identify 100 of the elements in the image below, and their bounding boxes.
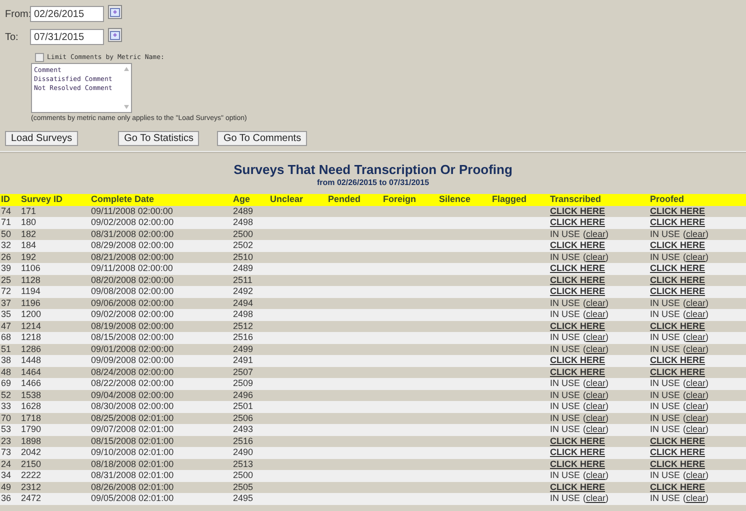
in-use-status: IN USE [650, 412, 680, 423]
table-cell: 2501 [233, 401, 254, 412]
click-here-link[interactable]: CLICK HERE [550, 320, 606, 331]
calendar-button[interactable] [108, 28, 122, 42]
clear-link[interactable]: clear [686, 378, 706, 388]
parenthesis: ) [706, 228, 709, 239]
click-here-link[interactable]: CLICK HERE [650, 355, 706, 366]
scroll-down-icon[interactable] [124, 105, 129, 109]
table-cell: 09/07/2008 02:01:00 [91, 424, 174, 434]
action-button[interactable]: Go To Comments [217, 131, 308, 146]
clear-link[interactable]: clear [586, 298, 606, 308]
column-header: Survey ID [21, 194, 63, 204]
click-here-link[interactable]: CLICK HERE [550, 447, 606, 458]
clear-link[interactable]: clear [586, 390, 606, 400]
click-here-link[interactable]: CLICK HERE [650, 482, 706, 492]
click-here-link[interactable]: CLICK HERE [650, 206, 706, 216]
column-header: Complete Date [91, 194, 154, 204]
table-cell: 2505 [233, 482, 254, 492]
clear-link[interactable]: clear [686, 309, 706, 320]
table-cell: 09/02/2008 02:00:00 [91, 217, 174, 228]
table-cell: 08/31/2008 02:01:00 [91, 470, 174, 480]
click-here-link[interactable]: CLICK HERE [550, 458, 606, 469]
click-here-link[interactable]: CLICK HERE [650, 240, 706, 250]
from-date-field[interactable]: 02/26/2015 [30, 6, 104, 22]
table-cell: 38 [1, 355, 12, 366]
clear-link[interactable]: clear [686, 493, 706, 504]
clear-link[interactable]: clear [586, 228, 606, 239]
clear-link[interactable]: clear [586, 401, 606, 412]
action-button[interactable]: Go To Statistics [118, 131, 200, 146]
in-use-status: IN USE [650, 309, 680, 320]
click-here-link[interactable]: CLICK HERE [650, 217, 706, 228]
table-cell: 09/02/2008 02:00:00 [91, 309, 174, 320]
click-here-link[interactable]: CLICK HERE [550, 366, 606, 377]
table-cell: 32 [1, 240, 12, 250]
calendar-button[interactable] [108, 5, 122, 19]
table-cell: 71 [1, 217, 12, 228]
clear-link[interactable]: clear [686, 424, 706, 434]
table-cell: 1448 [21, 355, 42, 366]
clear-link[interactable]: clear [686, 298, 706, 308]
clear-link[interactable]: clear [686, 390, 706, 400]
column-header: Flagged [492, 194, 527, 204]
clear-link[interactable]: clear [686, 228, 706, 239]
click-here-link[interactable]: CLICK HERE [550, 206, 606, 216]
click-here-link[interactable]: CLICK HERE [650, 366, 706, 377]
table-cell: 2516 [233, 436, 254, 446]
report-subtitle: from 02/26/2015 to 07/31/2015 [316, 178, 430, 187]
clear-link[interactable]: clear [686, 401, 706, 412]
from-label: From: [5, 8, 30, 20]
clear-link[interactable]: clear [586, 470, 606, 480]
click-here-link[interactable]: CLICK HERE [550, 263, 606, 274]
click-here-link[interactable]: CLICK HERE [650, 274, 706, 285]
click-here-link[interactable]: CLICK HERE [650, 436, 706, 446]
clear-link[interactable]: clear [586, 309, 606, 320]
in-use-status: IN USE [650, 493, 680, 504]
table-cell: 1898 [21, 436, 42, 446]
table-cell: 1218 [21, 332, 42, 342]
parenthesis: ) [706, 401, 709, 412]
click-here-link[interactable]: CLICK HERE [550, 240, 606, 250]
clear-link[interactable]: clear [586, 344, 606, 354]
clear-link[interactable]: clear [586, 424, 606, 434]
clear-link[interactable]: clear [686, 344, 706, 354]
table-cell: 2510 [233, 252, 254, 262]
click-here-link[interactable]: CLICK HERE [650, 447, 706, 458]
action-button[interactable]: Load Surveys [5, 131, 78, 146]
parenthesis: ) [706, 332, 709, 342]
clear-link[interactable]: clear [586, 378, 606, 388]
table-cell: 1106 [21, 263, 40, 274]
click-here-link[interactable]: CLICK HERE [650, 263, 706, 274]
click-here-link[interactable]: CLICK HERE [550, 217, 606, 228]
click-here-link[interactable]: CLICK HERE [550, 482, 606, 492]
click-here-link[interactable]: CLICK HERE [650, 458, 706, 469]
click-here-link[interactable]: CLICK HERE [650, 286, 706, 296]
click-here-link[interactable]: CLICK HERE [550, 355, 606, 366]
parenthesis: ) [706, 252, 709, 262]
clear-link[interactable]: clear [686, 412, 706, 423]
parenthesis: ) [606, 332, 609, 342]
table-cell: 171 [21, 206, 36, 216]
clear-link[interactable]: clear [686, 252, 706, 262]
in-use-status: IN USE [650, 344, 680, 354]
table-cell: 08/22/2008 02:00:00 [91, 378, 174, 388]
clear-link[interactable]: clear [586, 332, 606, 342]
click-here-link[interactable]: CLICK HERE [550, 274, 606, 285]
limit-checkbox[interactable] [35, 52, 44, 62]
click-here-link[interactable]: CLICK HERE [550, 286, 606, 296]
clear-link[interactable]: clear [586, 412, 606, 423]
to-date-field[interactable]: 07/31/2015 [30, 29, 104, 45]
table-cell: 50 [1, 228, 12, 239]
clear-link[interactable]: clear [586, 493, 606, 504]
clear-link[interactable]: clear [686, 470, 706, 480]
table-cell: 2150 [21, 458, 42, 469]
clear-link[interactable]: clear [586, 252, 606, 262]
click-here-link[interactable]: CLICK HERE [650, 320, 706, 331]
clear-link[interactable]: clear [686, 332, 706, 342]
table-cell: 09/11/2008 02:00:00 [91, 206, 173, 216]
parenthesis: ) [606, 493, 609, 504]
scroll-up-icon[interactable] [124, 67, 129, 71]
table-cell: 08/15/2008 02:00:00 [91, 332, 174, 342]
column-header: ID [1, 194, 10, 204]
click-here-link[interactable]: CLICK HERE [550, 436, 606, 446]
parenthesis: ( [683, 298, 686, 308]
